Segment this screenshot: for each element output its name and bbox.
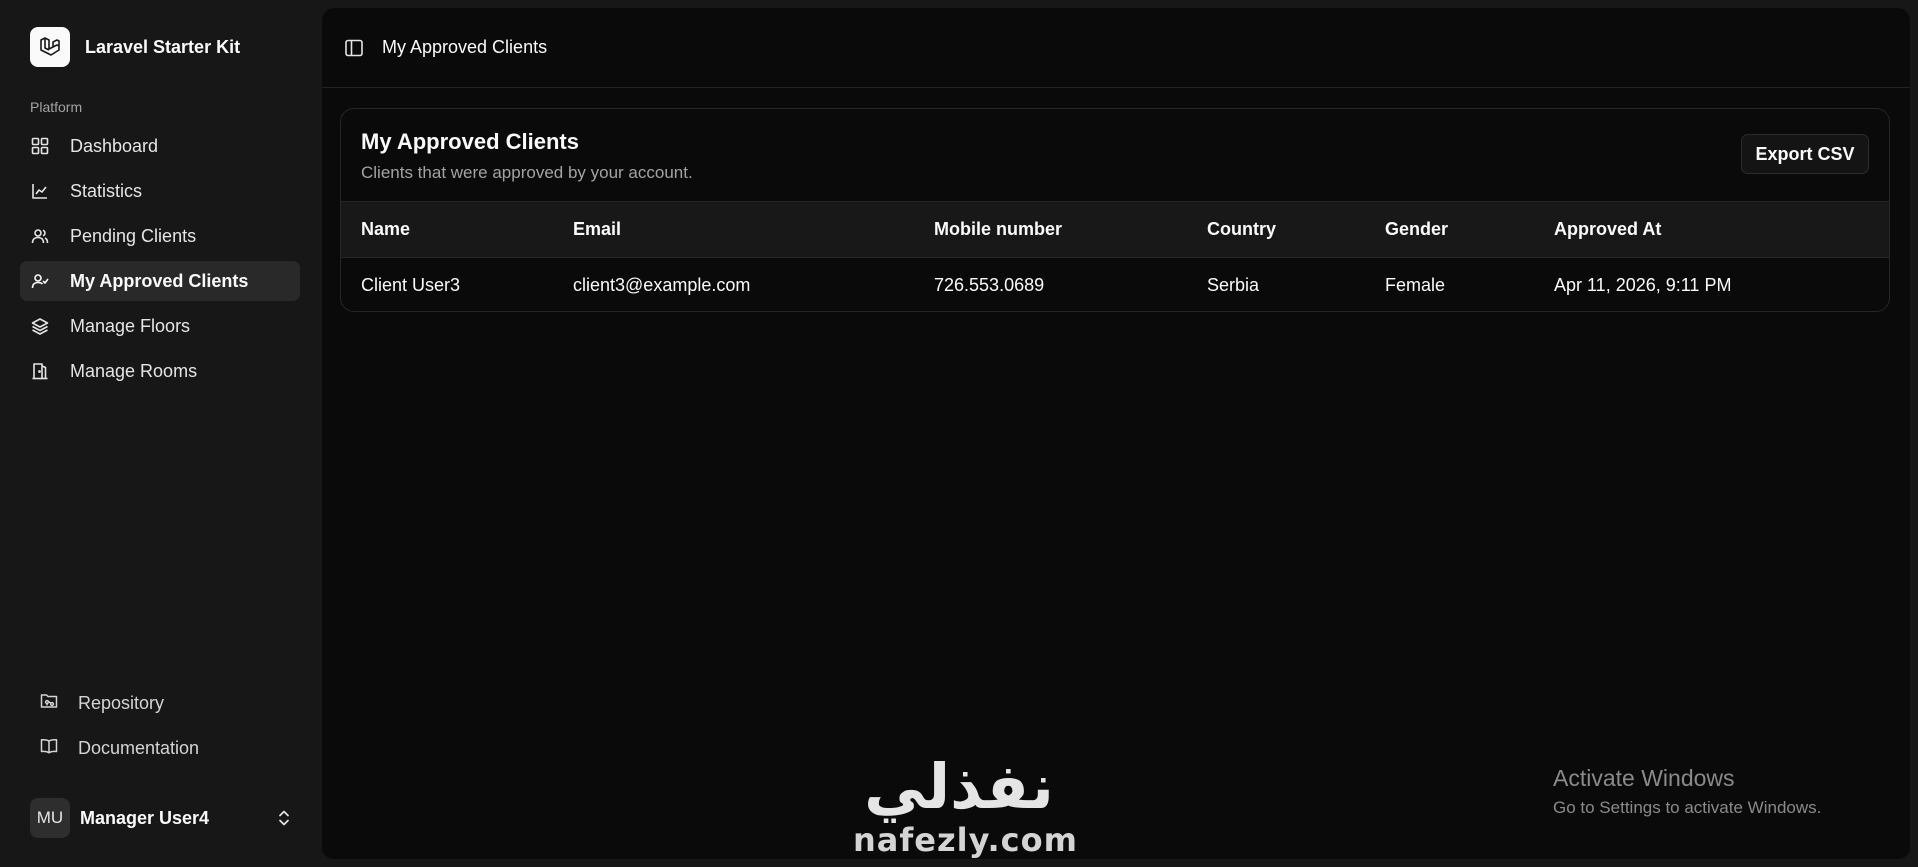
sidebar-nav: Dashboard Statistics Pending Clients My …: [20, 126, 300, 396]
sidebar-item-label: Manage Floors: [70, 315, 191, 336]
sidebar-item-label: My Approved Clients: [70, 270, 249, 291]
clients-card: My Approved Clients Clients that were ap…: [340, 108, 1890, 312]
app-name: Laravel Starter Kit: [85, 36, 241, 57]
sidebar-item-documentation[interactable]: Documentation: [30, 728, 300, 768]
watermark-arabic: نفذلي: [864, 750, 1054, 823]
user-name: Manager User4: [80, 807, 210, 828]
layers-icon: [30, 316, 50, 336]
breadcrumb: My Approved Clients: [382, 37, 548, 57]
cell-country: Serbia: [1207, 274, 1260, 295]
grid-icon: [30, 136, 50, 156]
laravel-logo-icon: [30, 27, 70, 67]
sidebar-item-label: Manage Rooms: [70, 360, 198, 381]
column-header-mobile: Mobile number: [934, 219, 1063, 239]
activate-subtitle: Go to Settings to activate Windows.: [1553, 798, 1822, 817]
user-menu[interactable]: MU Manager User4: [30, 797, 294, 839]
watermark-latin: nafezly.com: [853, 821, 1078, 859]
page-title: My Approved Clients: [361, 129, 579, 154]
sidebar-toggle-icon[interactable]: [344, 38, 364, 58]
sidebar-footer-nav: Repository Documentation: [30, 683, 300, 773]
table-header-row: Name Email Mobile number Country Gender …: [341, 201, 1889, 258]
users-icon: [30, 226, 50, 246]
sidebar-item-manage-floors[interactable]: Manage Floors: [20, 306, 300, 346]
cell-mobile: 726.553.0689: [934, 274, 1045, 295]
sidebar-item-repository[interactable]: Repository: [30, 683, 300, 723]
table-row: Client User3 client3@example.com 726.553…: [341, 258, 1889, 312]
cell-name: Client User3: [361, 274, 461, 295]
main-panel: My Approved Clients My Approved Clients …: [322, 8, 1910, 859]
export-csv-button[interactable]: Export CSV: [1741, 134, 1869, 174]
cell-approved-at: Apr 11, 2026, 9:11 PM: [1554, 274, 1732, 295]
sidebar: Laravel Starter Kit Platform Dashboard S…: [0, 0, 320, 867]
cell-gender: Female: [1385, 274, 1446, 295]
card-header: My Approved Clients Clients that were ap…: [341, 109, 1889, 201]
sidebar-item-manage-rooms[interactable]: Manage Rooms: [20, 351, 300, 391]
column-header-email: Email: [573, 219, 622, 239]
top-bar: My Approved Clients: [322, 8, 1910, 88]
sidebar-item-dashboard[interactable]: Dashboard: [20, 126, 300, 166]
activate-title: Activate Windows: [1553, 765, 1735, 791]
column-header-approved-at: Approved At: [1554, 219, 1662, 239]
brand[interactable]: Laravel Starter Kit: [30, 27, 240, 67]
folder-git-icon: [40, 692, 58, 715]
clients-table: Name Email Mobile number Country Gender …: [341, 201, 1889, 312]
activate-windows-notice: Activate Windows Go to Settings to activ…: [1553, 765, 1821, 818]
sidebar-item-statistics[interactable]: Statistics: [20, 171, 300, 211]
column-header-name: Name: [361, 219, 411, 239]
sidebar-item-label: Documentation: [78, 737, 200, 758]
cell-email: client3@example.com: [573, 274, 751, 295]
sidebar-item-label: Dashboard: [70, 135, 159, 156]
user-check-icon: [30, 271, 50, 291]
chart-icon: [30, 181, 50, 201]
column-header-country: Country: [1207, 219, 1276, 239]
book-icon: [40, 737, 58, 760]
chevrons-up-down-icon: [274, 808, 294, 833]
section-label-platform: Platform: [30, 99, 83, 115]
sidebar-item-my-approved-clients[interactable]: My Approved Clients: [20, 261, 300, 301]
sidebar-item-pending-clients[interactable]: Pending Clients: [20, 216, 300, 256]
door-icon: [30, 361, 50, 381]
page-subtitle: Clients that were approved by your accou…: [361, 163, 693, 182]
avatar: MU: [30, 798, 70, 838]
watermark-logo: نفذلي nafezly.com: [853, 750, 1078, 859]
sidebar-item-label: Repository: [78, 692, 165, 713]
sidebar-item-label: Pending Clients: [70, 225, 197, 246]
sidebar-item-label: Statistics: [70, 180, 143, 201]
column-header-gender: Gender: [1385, 219, 1449, 239]
